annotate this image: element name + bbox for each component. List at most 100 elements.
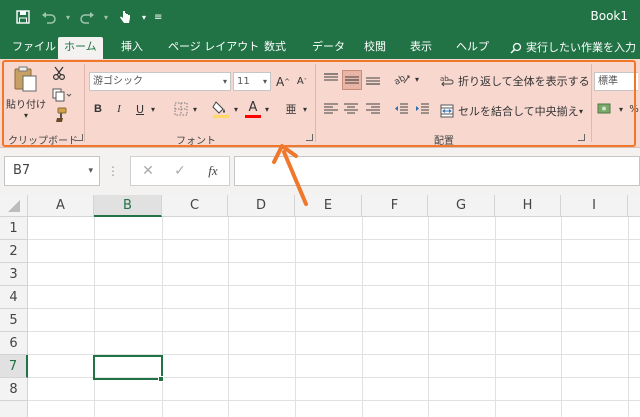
decrease-indent-icon[interactable] <box>392 100 410 118</box>
number-format-combo[interactable]: 標準 <box>594 72 638 91</box>
orientation-dropdown-icon[interactable]: ▾ <box>412 70 422 88</box>
row-header-4[interactable]: 4 <box>0 286 28 309</box>
grow-font-button[interactable]: A ^ <box>275 72 291 91</box>
redo-icon[interactable] <box>78 8 96 26</box>
row-header-partial[interactable] <box>0 401 28 417</box>
phonetic-guide-icon[interactable]: 亜 <box>283 100 299 118</box>
touch-mode-icon[interactable] <box>116 8 134 26</box>
fill-handle[interactable] <box>158 376 164 382</box>
enter-entry-icon[interactable]: ✓ <box>170 160 190 182</box>
italic-button[interactable]: I <box>111 100 127 118</box>
tab-formulas[interactable]: 数式 <box>258 37 292 59</box>
font-group-label: フォント <box>176 136 216 147</box>
font-color-button[interactable]: A <box>244 98 262 120</box>
name-box-value: B7 <box>13 163 31 178</box>
column-header-h[interactable]: H <box>495 195 561 217</box>
row-header-2[interactable]: 2 <box>0 240 28 263</box>
row-header-5[interactable]: 5 <box>0 309 28 332</box>
align-right-icon[interactable] <box>364 100 382 118</box>
chevron-down-icon: ▾ <box>262 77 267 86</box>
select-all-button[interactable] <box>0 195 28 217</box>
shrink-font-button[interactable]: Aˇ <box>294 72 310 91</box>
row-header-8[interactable]: 8 <box>0 378 28 401</box>
orientation-icon[interactable]: ab <box>392 70 412 88</box>
formula-bar-grip-icon[interactable]: ⋮ <box>106 160 120 182</box>
column-header-f[interactable]: F <box>362 195 428 217</box>
number-format-value: 標準 <box>598 76 618 87</box>
tab-review[interactable]: 校閲 <box>358 37 392 59</box>
wrap-text-button[interactable]: ab 折り返して全体を表示する <box>440 72 590 90</box>
align-middle-icon[interactable] <box>342 70 362 90</box>
column-header-a[interactable]: A <box>28 195 94 217</box>
paste-dropdown-icon[interactable]: ▾ <box>20 110 32 120</box>
customize-qat-icon[interactable]: ≡ <box>154 12 162 23</box>
tell-me-box[interactable]: 実行したい作業を入力 <box>510 37 636 59</box>
underline-button[interactable]: U <box>132 100 148 118</box>
insert-function-icon[interactable]: fx <box>202 160 224 182</box>
quick-access-toolbar: ▾ ▾ ▾ ≡ <box>14 7 162 27</box>
tab-file[interactable]: ファイル <box>6 37 62 59</box>
chevron-down-icon: ▾ <box>222 77 227 86</box>
tab-view[interactable]: 表示 <box>404 37 438 59</box>
row-header-7[interactable]: 7 <box>0 355 28 378</box>
worksheet-grid[interactable] <box>0 195 640 417</box>
tab-page-layout[interactable]: ページ レイアウト <box>162 37 265 59</box>
row-header-1[interactable]: 1 <box>0 217 28 240</box>
alignment-group-label: 配置 <box>434 136 454 147</box>
borders-dropdown-icon[interactable]: ▾ <box>190 100 200 118</box>
tab-home[interactable]: ホーム <box>58 37 103 59</box>
font-name-combo[interactable]: 游ゴシック ▾ <box>89 72 231 91</box>
copy-icon[interactable] <box>50 86 74 104</box>
clipboard-group-label: クリップボード <box>8 136 78 147</box>
gridline <box>28 400 640 401</box>
annotation-arrow-icon <box>272 144 308 206</box>
redo-dropdown-icon[interactable]: ▾ <box>104 13 108 22</box>
align-center-icon[interactable] <box>342 100 360 118</box>
bold-button[interactable]: B <box>90 100 106 118</box>
column-header-partial[interactable] <box>628 195 640 217</box>
font-size-combo[interactable]: 11 ▾ <box>233 72 271 91</box>
align-left-icon[interactable] <box>322 100 340 118</box>
row-header-3[interactable]: 3 <box>0 263 28 286</box>
tab-insert[interactable]: 挿入 <box>115 37 149 59</box>
tab-help[interactable]: ヘルプ <box>450 37 495 59</box>
name-box[interactable]: B7 ▾ <box>4 156 100 186</box>
tab-data[interactable]: データ <box>306 37 351 59</box>
paste-button[interactable]: 貼り付け <box>6 96 46 111</box>
underline-dropdown-icon[interactable]: ▾ <box>148 100 158 118</box>
row-header-6[interactable]: 6 <box>0 332 28 355</box>
accounting-format-icon[interactable] <box>596 100 616 118</box>
format-painter-icon[interactable] <box>50 106 68 124</box>
merge-dropdown-icon[interactable]: ▾ <box>576 102 586 120</box>
fill-color-dropdown-icon[interactable]: ▾ <box>231 100 241 118</box>
align-bottom-icon[interactable] <box>364 70 382 88</box>
borders-icon[interactable] <box>172 100 190 118</box>
gridline <box>295 217 296 417</box>
phonetic-dropdown-icon[interactable]: ▾ <box>300 100 310 118</box>
group-divider <box>315 64 316 142</box>
save-icon[interactable] <box>14 8 32 26</box>
cut-icon[interactable] <box>50 64 68 82</box>
column-header-c[interactable]: C <box>162 195 228 217</box>
font-color-dropdown-icon[interactable]: ▾ <box>262 100 272 118</box>
undo-icon[interactable] <box>40 8 58 26</box>
column-header-b[interactable]: B <box>94 195 162 217</box>
grow-font-icon: A <box>275 74 285 89</box>
column-header-g[interactable]: G <box>428 195 495 217</box>
font-color-icon: A <box>248 99 258 115</box>
alignment-launcher-icon[interactable] <box>578 134 585 141</box>
active-cell-b7[interactable] <box>93 355 163 380</box>
fill-color-icon[interactable] <box>211 98 231 120</box>
percent-icon[interactable]: % <box>628 100 640 118</box>
clipboard-launcher-icon[interactable] <box>76 134 83 141</box>
undo-dropdown-icon[interactable]: ▾ <box>66 13 70 22</box>
align-top-icon[interactable] <box>322 70 340 88</box>
chevron-down-icon: ▾ <box>88 166 93 176</box>
merge-center-button[interactable]: セルを結合して中央揃え <box>440 102 580 120</box>
column-header-i[interactable]: I <box>561 195 628 217</box>
paste-clipboard-icon[interactable] <box>10 64 40 94</box>
accounting-dropdown-icon[interactable]: ▾ <box>616 100 626 118</box>
touch-dropdown-icon[interactable]: ▾ <box>142 13 146 22</box>
increase-indent-icon[interactable] <box>413 100 431 118</box>
cancel-entry-icon[interactable]: ✕ <box>138 160 158 182</box>
